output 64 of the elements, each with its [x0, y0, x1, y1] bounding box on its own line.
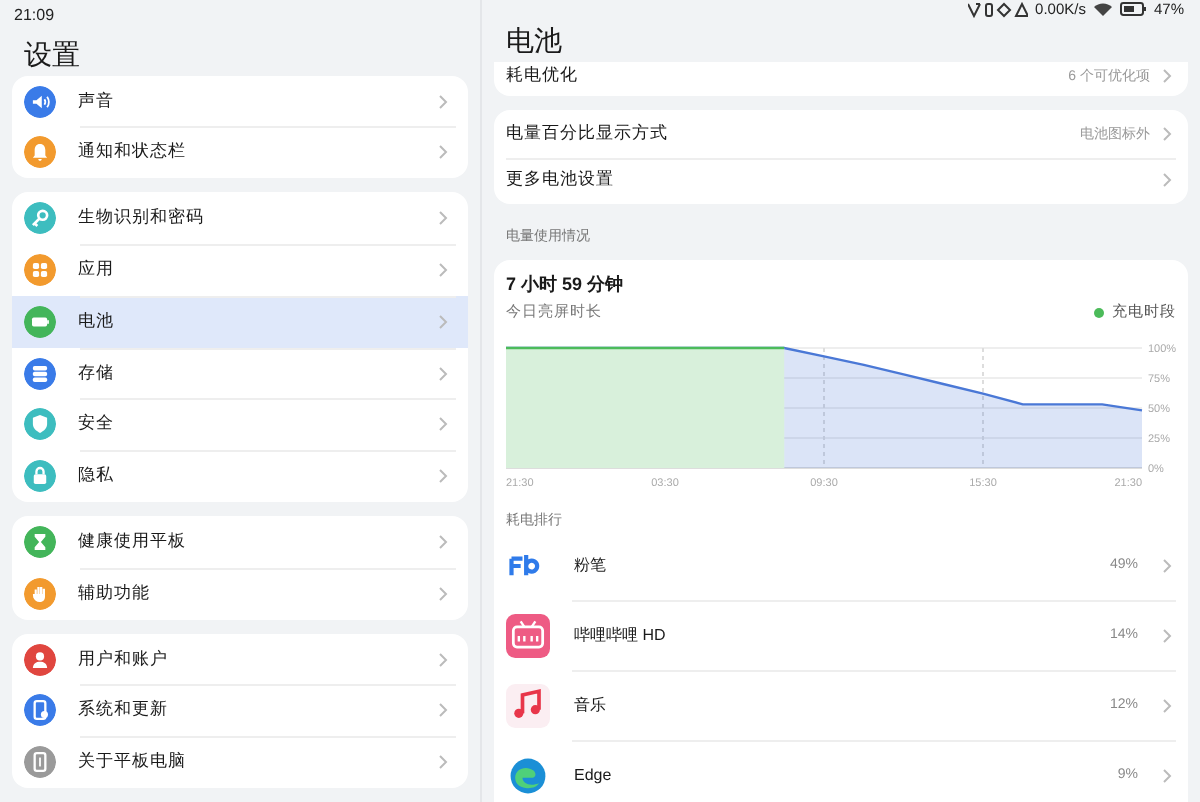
app-name: 哔哩哔哩 HD: [574, 624, 668, 646]
item-label: 通知和状态栏: [78, 140, 188, 165]
chevron-icon: [1162, 627, 1172, 643]
item-label: 存储: [78, 361, 116, 386]
settings-item[interactable]: 系统和更新: [12, 684, 468, 737]
chevron-icon: [1162, 697, 1172, 713]
chevron-icon: [438, 416, 448, 433]
item-label: 用户和账户: [78, 647, 170, 671]
chevron-icon: [1162, 125, 1172, 142]
page-title: 电池: [504, 22, 562, 60]
item-label: 生物识别和密码: [78, 206, 206, 231]
status-icons-drawing: [967, 1, 1028, 17]
settings-item[interactable]: 应用: [12, 244, 468, 296]
chevron-icon: [438, 261, 448, 278]
battery-icon: [1119, 2, 1146, 16]
chevron-icon: [438, 585, 448, 602]
settings-item[interactable]: 声音: [12, 75, 468, 127]
chevron-icon: [438, 93, 448, 110]
item-label: 系统和更新: [78, 698, 170, 723]
music-note-icon: [506, 683, 550, 727]
settings-item[interactable]: 安全: [12, 398, 468, 451]
chevron-icon: [1162, 172, 1172, 189]
chevron-icon: [1162, 557, 1172, 573]
settings-item[interactable]: 用户和账户: [12, 633, 468, 685]
item-label: 隐私: [78, 464, 116, 489]
settings-item[interactable]: 存储: [12, 347, 468, 399]
settings-item[interactable]: 隐私: [12, 450, 468, 503]
chevron-icon: [438, 468, 448, 485]
item-label: 声音: [78, 89, 116, 114]
chevron-icon: [438, 533, 448, 550]
item-label: 电量百分比显示方式: [506, 121, 670, 146]
item-label: 耗电优化: [506, 63, 580, 87]
item-label: 安全: [78, 412, 116, 437]
item-label: 电池: [78, 309, 116, 334]
status-time: 21:09: [12, 4, 55, 28]
chevron-icon: [438, 754, 448, 771]
settings-item[interactable]: 关于平板电脑: [12, 736, 468, 788]
chevron-icon: [438, 210, 448, 227]
settings-item[interactable]: 生物识别和密码: [12, 192, 468, 245]
settings-item[interactable]: 通知和状态栏: [12, 126, 468, 179]
settings-item[interactable]: 健康使用平板: [12, 516, 468, 568]
settings-item[interactable]: 辅助功能: [12, 567, 468, 620]
item-label: 应用: [78, 257, 116, 282]
tv-icon: [506, 613, 550, 657]
app-name: Edge: [574, 766, 614, 784]
page-title: 设置: [22, 35, 80, 74]
wave-icon: [506, 753, 550, 797]
chevron-icon: [438, 365, 448, 382]
app-name: 粉笔: [574, 554, 608, 576]
chevron-icon: [438, 144, 448, 161]
item-label: 健康使用平板: [78, 529, 188, 554]
chevron-icon: [438, 702, 448, 719]
screen-time: 7 小时 59 分钟: [506, 272, 624, 298]
item-label: 关于平板电脑: [78, 750, 188, 775]
chevron-icon: [1162, 67, 1172, 83]
app-name: 音乐: [574, 694, 608, 716]
chevron-icon: [438, 651, 448, 667]
chevron-icon: [1162, 767, 1172, 783]
item-label: 辅助功能: [78, 581, 152, 606]
wifi-icon: [1093, 2, 1112, 16]
settings-item[interactable]: 更多电池设置: [494, 157, 1188, 204]
chevron-icon: [438, 313, 448, 330]
item-label: 更多电池设置: [506, 168, 616, 193]
settings-item[interactable]: 电池: [12, 295, 468, 348]
